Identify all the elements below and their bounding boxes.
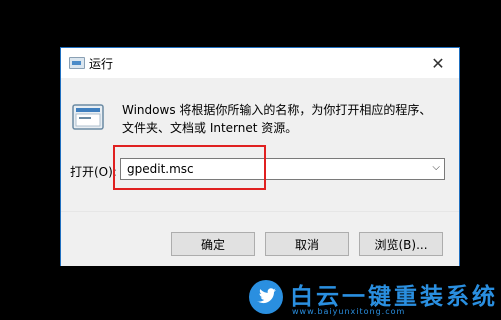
watermark: 白云一键重装系统 www.baiyunxitong.com bbox=[248, 276, 498, 318]
open-combobox[interactable]: gpedit.msc ⌵ bbox=[120, 158, 445, 180]
run-app-icon bbox=[69, 57, 85, 69]
watermark-title: 白云一键重装系统 bbox=[290, 284, 498, 310]
close-button[interactable]: ✕ bbox=[421, 50, 455, 76]
close-icon: ✕ bbox=[431, 53, 445, 73]
open-input[interactable]: gpedit.msc bbox=[127, 162, 194, 176]
ok-button[interactable]: 确定 bbox=[171, 232, 255, 256]
open-label: 打开(O): bbox=[70, 165, 117, 179]
dialog-title: 运行 bbox=[89, 57, 114, 71]
browse-button[interactable]: 浏览(B)... bbox=[359, 232, 443, 256]
dialog-description: Windows 将根据你所输入的名称，为你打开相应的程序、 文件夹、文档或 In… bbox=[122, 101, 442, 137]
run-dialog-icon bbox=[72, 104, 104, 130]
twitter-bird-icon bbox=[249, 280, 283, 314]
description-line-1: Windows 将根据你所输入的名称，为你打开相应的程序、 bbox=[122, 103, 432, 117]
run-dialog: 运行 ✕ Windows 将根据你所输入的名称，为你打开相应的程序、 文件夹、文… bbox=[60, 47, 460, 266]
chevron-down-icon[interactable]: ⌵ bbox=[432, 162, 440, 173]
description-line-2: 文件夹、文档或 Internet 资源。 bbox=[122, 121, 298, 135]
title-bar[interactable]: 运行 ✕ bbox=[61, 48, 459, 78]
watermark-url: www.baiyunxitong.com bbox=[292, 307, 406, 316]
cancel-button[interactable]: 取消 bbox=[265, 232, 349, 256]
